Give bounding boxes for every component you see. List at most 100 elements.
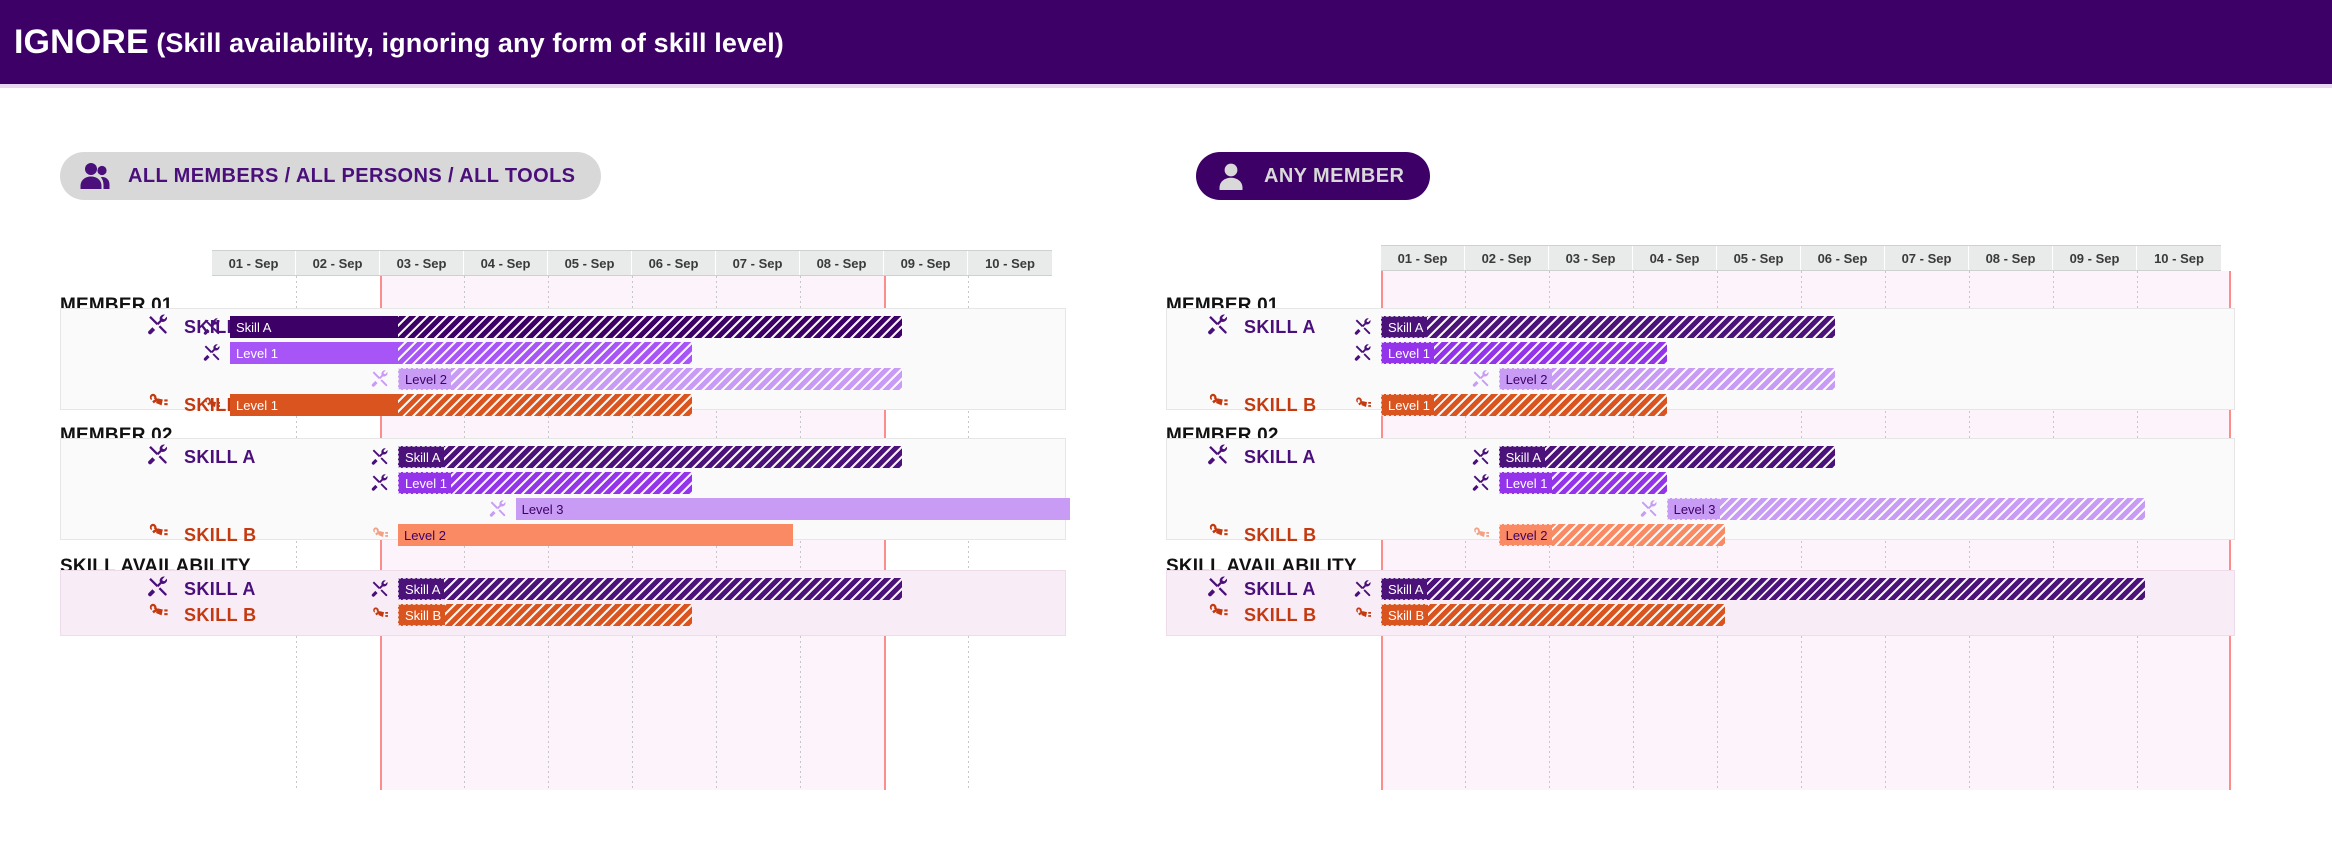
skill-row-label-b[interactable]: SKILL B xyxy=(1206,602,1316,628)
gantt-bar[interactable]: Skill A xyxy=(398,446,902,468)
tools-icon xyxy=(146,443,170,472)
skill-label-text: SKILL B xyxy=(184,605,256,626)
tools-icon xyxy=(1206,443,1230,472)
bar-hatch-pattern xyxy=(1499,446,1835,468)
gantt-bar-label: Skill B xyxy=(398,604,445,626)
gantt-bar-label: Skill A xyxy=(1381,578,1427,600)
gantt-bar-label: Level 1 xyxy=(1381,342,1434,364)
date-header-cell: 06 - Sep xyxy=(1801,246,1885,270)
bar-tools-icon xyxy=(1353,579,1373,599)
banner-title-strong: IGNORE xyxy=(14,23,149,61)
bar-hatch-pattern xyxy=(398,446,902,468)
bar-tools-icon xyxy=(1471,447,1491,467)
skill-row-label-b[interactable]: SKILL B xyxy=(146,522,256,548)
date-header-cell: 01 - Sep xyxy=(1381,246,1465,270)
plug-icon xyxy=(146,391,170,420)
skill-label-text: SKILL A xyxy=(1244,317,1316,338)
date-header-row: 01 - Sep02 - Sep03 - Sep04 - Sep05 - Sep… xyxy=(1381,245,2221,271)
gantt-bar-label: Level 1 xyxy=(230,394,282,416)
skill-label-text: SKILL A xyxy=(1244,579,1316,600)
gantt-bar-label: Skill A xyxy=(230,316,275,338)
gantt-bar[interactable]: Skill A xyxy=(1499,446,1835,468)
date-header-cell: 04 - Sep xyxy=(1633,246,1717,270)
gantt-bar[interactable]: Level 2 xyxy=(1499,524,1726,546)
skill-row-label-a[interactable]: SKILL A xyxy=(146,576,256,602)
skill-row-label-b[interactable]: SKILL B xyxy=(1206,392,1316,418)
gantt-bar[interactable]: Level 1 xyxy=(398,472,692,494)
skill-row-label-b[interactable]: SKILL B xyxy=(1206,522,1316,548)
bar-plug-icon xyxy=(1471,525,1491,545)
plug-icon xyxy=(1206,521,1230,550)
tools-icon xyxy=(146,575,170,604)
bar-tools-icon xyxy=(488,499,508,519)
plug-icon xyxy=(146,601,170,630)
skill-row-label-a[interactable]: SKILL A xyxy=(146,444,256,470)
plug-icon xyxy=(1206,391,1230,420)
gantt-bar[interactable]: Level 3 xyxy=(1667,498,2146,520)
skill-label-text: SKILL B xyxy=(1244,605,1316,626)
gantt-bar-label: Level 2 xyxy=(398,524,450,546)
gantt-bar[interactable]: Level 1 xyxy=(1381,394,1667,416)
date-header-cell: 04 - Sep xyxy=(464,251,548,275)
gantt-bar[interactable]: Skill B xyxy=(1381,604,1725,626)
skill-label-text: SKILL B xyxy=(184,525,256,546)
gantt-bar-label: Skill A xyxy=(398,446,444,468)
bar-hatch-pattern xyxy=(398,394,692,416)
bar-tools-icon xyxy=(1471,369,1491,389)
gantt-bar[interactable]: Level 2 xyxy=(398,524,793,546)
date-header-cell: 10 - Sep xyxy=(968,251,1052,275)
date-header-cell: 02 - Sep xyxy=(296,251,380,275)
gantt-bar-label: Skill B xyxy=(1381,604,1428,626)
bar-hatch-pattern xyxy=(398,342,692,364)
gantt-bar-label: Skill A xyxy=(1499,446,1545,468)
gantt-bar[interactable]: Skill B xyxy=(398,604,692,626)
bar-tools-icon xyxy=(202,343,222,363)
bar-plug-icon xyxy=(1353,605,1373,625)
person-icon xyxy=(1214,161,1248,191)
gantt-bar[interactable]: Level 2 xyxy=(398,368,902,390)
bar-tools-icon xyxy=(370,447,390,467)
bar-tools-icon xyxy=(202,317,222,337)
gantt-bar[interactable]: Level 2 xyxy=(1499,368,1835,390)
date-header-cell: 03 - Sep xyxy=(380,251,464,275)
people-icon xyxy=(78,161,112,191)
date-header-cell: 10 - Sep xyxy=(2137,246,2221,270)
page-banner: IGNORE (Skill availability, ignoring any… xyxy=(0,0,2332,84)
date-header-cell: 05 - Sep xyxy=(1717,246,1801,270)
bar-plug-icon xyxy=(1353,395,1373,415)
filter-chip-any-member[interactable]: ANY MEMBER xyxy=(1196,152,1430,200)
skill-label-text: SKILL A xyxy=(184,579,256,600)
gantt-bar[interactable]: Level 1 xyxy=(1381,342,1667,364)
skill-row-label-a[interactable]: SKILL A xyxy=(1206,576,1316,602)
bar-plug-icon xyxy=(202,395,222,415)
bar-tools-icon xyxy=(370,369,390,389)
filter-chip-all-members[interactable]: ALL MEMBERS / ALL PERSONS / ALL TOOLS xyxy=(60,152,601,200)
skill-row-label-a[interactable]: SKILL A xyxy=(1206,444,1316,470)
date-header-cell: 02 - Sep xyxy=(1465,246,1549,270)
gantt-bar-label: Level 2 xyxy=(1499,368,1552,390)
gantt-bar-label: Level 1 xyxy=(230,342,282,364)
bar-hatch-pattern xyxy=(1381,316,1835,338)
date-header-cell: 01 - Sep xyxy=(212,251,296,275)
gantt-bar[interactable]: Level 1 xyxy=(1499,472,1667,494)
gantt-bar[interactable]: Skill A xyxy=(398,578,902,600)
bar-tools-icon xyxy=(1353,343,1373,363)
gantt-bar[interactable]: Level 1 xyxy=(230,342,692,364)
bar-tools-icon xyxy=(1639,499,1659,519)
gantt-bar[interactable]: Skill A xyxy=(1381,316,1835,338)
gantt-bar[interactable]: Level 1 xyxy=(230,394,692,416)
skill-row-label-b[interactable]: SKILL B xyxy=(146,602,256,628)
gantt-bar-label: Level 2 xyxy=(1499,524,1552,546)
gantt-bar-label: Level 3 xyxy=(1667,498,1720,520)
gantt-bar-label: Level 2 xyxy=(398,368,451,390)
gantt-bar[interactable]: Level 3 xyxy=(516,498,1070,520)
gantt-bar[interactable]: Skill A xyxy=(1381,578,2145,600)
tools-icon xyxy=(1206,575,1230,604)
gantt-bar[interactable]: Skill A xyxy=(230,316,902,338)
date-header-cell: 08 - Sep xyxy=(800,251,884,275)
gantt-bar-label: Skill A xyxy=(398,578,444,600)
date-header-cell: 05 - Sep xyxy=(548,251,632,275)
date-header-cell: 09 - Sep xyxy=(884,251,968,275)
filter-chip-all-members-label: ALL MEMBERS / ALL PERSONS / ALL TOOLS xyxy=(128,165,575,188)
skill-row-label-a[interactable]: SKILL A xyxy=(1206,314,1316,340)
